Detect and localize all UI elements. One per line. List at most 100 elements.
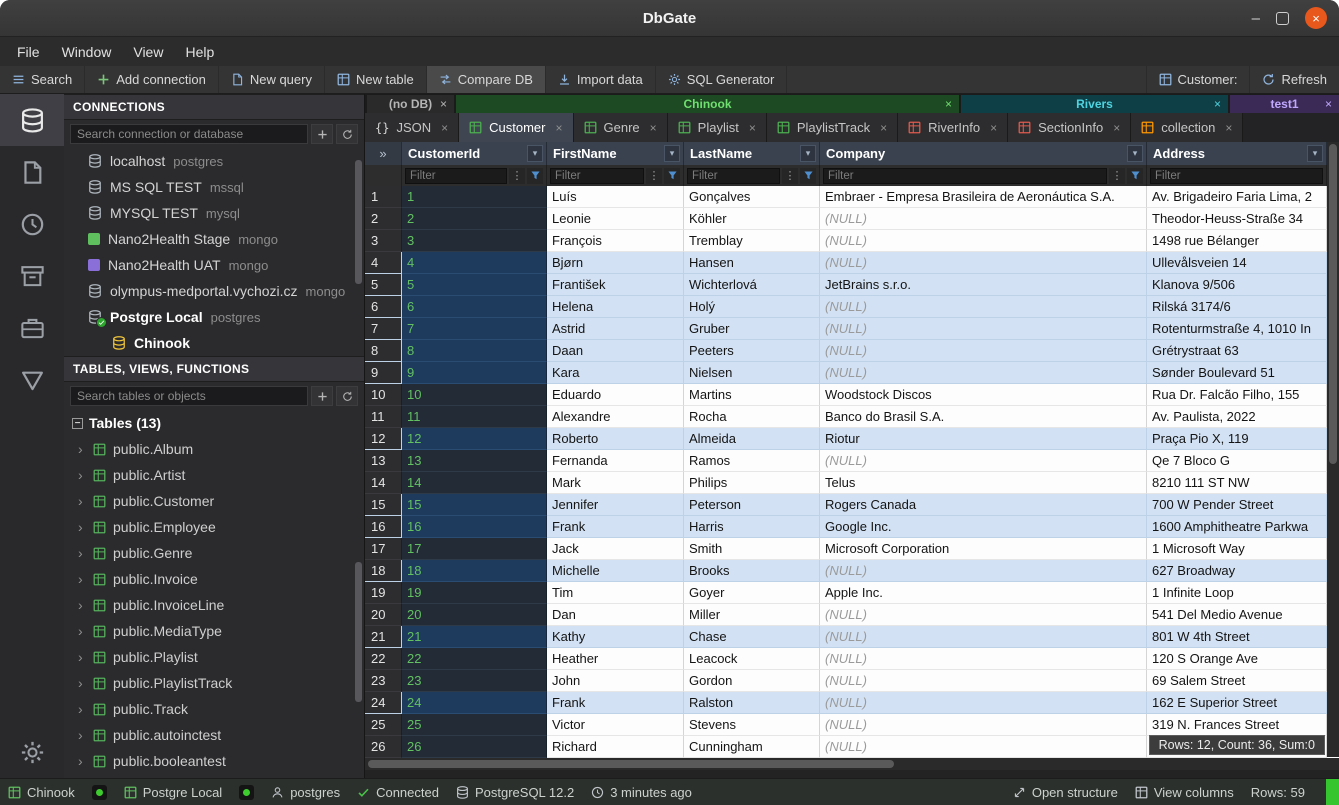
cell[interactable]: 17 xyxy=(402,538,547,560)
table-item-public-playlist[interactable]: ›public.Playlist xyxy=(64,644,364,670)
filter-funnel-icon[interactable] xyxy=(664,168,680,184)
cell[interactable]: 15 xyxy=(402,494,547,516)
table-row[interactable]: 99KaraNielsen(NULL)Sønder Boulevard 51 xyxy=(365,362,1327,384)
close-tab-icon[interactable]: × xyxy=(1325,97,1332,111)
toolbar-add-connection[interactable]: Add connection xyxy=(85,66,219,93)
table-item-public-booleantest[interactable]: ›public.booleantest xyxy=(64,748,364,774)
cell[interactable]: Harris xyxy=(684,516,820,538)
status-view-columns[interactable]: View columns xyxy=(1135,785,1234,800)
table-item-public-genre[interactable]: ›public.Genre xyxy=(64,540,364,566)
cell[interactable]: Telus xyxy=(820,472,1147,494)
sidebar-jobs-button[interactable] xyxy=(0,302,64,354)
cell[interactable]: Hansen xyxy=(684,252,820,274)
cell[interactable]: Woodstock Discos xyxy=(820,384,1147,406)
horizontal-scrollbar[interactable] xyxy=(365,758,1339,770)
sidebar-history-button[interactable] xyxy=(0,198,64,250)
tab-riverinfo[interactable]: RiverInfo× xyxy=(898,113,1008,142)
table-row[interactable]: 66HelenaHolý(NULL)Rilská 3174/6 xyxy=(365,296,1327,318)
cell[interactable]: 1498 rue Bélanger xyxy=(1147,230,1327,252)
sidebar-connections-button[interactable] xyxy=(0,94,64,146)
cell[interactable]: Stevens xyxy=(684,714,820,736)
table-row[interactable]: 33FrançoisTremblay(NULL)1498 rue Bélange… xyxy=(365,230,1327,252)
close-tab-icon[interactable]: × xyxy=(1214,97,1221,111)
cell[interactable]: Sønder Boulevard 51 xyxy=(1147,362,1327,384)
table-item-public-autoinctest[interactable]: ›public.autoinctest xyxy=(64,722,364,748)
table-row[interactable]: 2323JohnGordon(NULL)69 Salem Street xyxy=(365,670,1327,692)
cell[interactable]: Banco do Brasil S.A. xyxy=(820,406,1147,428)
cell[interactable]: Roberto xyxy=(547,428,684,450)
db-group-tab-rivers[interactable]: Rivers× xyxy=(961,95,1228,113)
cell[interactable]: 18 xyxy=(402,560,547,582)
table-item-public-invoiceline[interactable]: ›public.InvoiceLine xyxy=(64,592,364,618)
cell[interactable]: 21 xyxy=(402,626,547,648)
cell[interactable]: (NULL) xyxy=(820,340,1147,362)
cell[interactable]: Alexandre xyxy=(547,406,684,428)
menu-item-help[interactable]: Help xyxy=(174,40,225,64)
sidebar-archive-button[interactable] xyxy=(0,250,64,302)
cell[interactable]: Theodor-Heuss-Straße 34 xyxy=(1147,208,1327,230)
cell[interactable]: (NULL) xyxy=(820,252,1147,274)
cell[interactable]: 7 xyxy=(402,318,547,340)
column-dropdown-icon[interactable]: ▾ xyxy=(800,145,816,162)
table-row[interactable]: 1515JenniferPetersonRogers Canada700 W P… xyxy=(365,494,1327,516)
vertical-scrollbar-thumb[interactable] xyxy=(1329,144,1337,464)
close-tab-icon[interactable]: × xyxy=(556,121,563,135)
cell[interactable]: Peeters xyxy=(684,340,820,362)
column-header-customerid[interactable]: CustomerId▾ xyxy=(402,142,547,165)
cell[interactable]: Goyer xyxy=(684,582,820,604)
cell[interactable]: 8210 111 ST NW xyxy=(1147,472,1327,494)
tab-collection[interactable]: collection× xyxy=(1131,113,1243,142)
cell[interactable]: Astrid xyxy=(547,318,684,340)
cell[interactable]: (NULL) xyxy=(820,692,1147,714)
cell[interactable]: Victor xyxy=(547,714,684,736)
cell[interactable]: (NULL) xyxy=(820,296,1147,318)
tab-customer[interactable]: Customer× xyxy=(459,113,573,142)
table-item-public-mediatype[interactable]: ›public.MediaType xyxy=(64,618,364,644)
cell[interactable]: (NULL) xyxy=(820,736,1147,758)
cell[interactable]: Frank xyxy=(547,516,684,538)
table-row[interactable]: 1111AlexandreRochaBanco do Brasil S.A.Av… xyxy=(365,406,1327,428)
table-row[interactable]: 1313FernandaRamos(NULL)Qe 7 Bloco G xyxy=(365,450,1327,472)
refresh-tables-button[interactable] xyxy=(336,386,358,406)
cell[interactable]: Rilská 3174/6 xyxy=(1147,296,1327,318)
sidebar-files-button[interactable] xyxy=(0,146,64,198)
cell[interactable]: Eduardo xyxy=(547,384,684,406)
status-open-structure[interactable]: Open structure xyxy=(1013,785,1118,800)
cell[interactable]: 3 xyxy=(402,230,547,252)
cell[interactable]: Microsoft Corporation xyxy=(820,538,1147,560)
cell[interactable]: Frank xyxy=(547,692,684,714)
table-row[interactable]: 88DaanPeeters(NULL)Grétrystraat 63 xyxy=(365,340,1327,362)
toolbar-refresh[interactable]: Refresh xyxy=(1249,66,1339,93)
sidebar-filters-button[interactable] xyxy=(0,354,64,406)
cell[interactable]: Grétrystraat 63 xyxy=(1147,340,1327,362)
cell[interactable]: (NULL) xyxy=(820,208,1147,230)
table-item-public-artist[interactable]: ›public.Artist xyxy=(64,462,364,488)
cell[interactable]: Fernanda xyxy=(547,450,684,472)
tab-json[interactable]: {}JSON× xyxy=(365,113,459,142)
cell[interactable]: 10 xyxy=(402,384,547,406)
connection-olympus-medportal-vychozi-cz[interactable]: olympus-medportal.vychozi.czmongo xyxy=(64,278,364,304)
table-row[interactable]: 2525VictorStevens(NULL)319 N. Frances St… xyxy=(365,714,1327,736)
connections-search-input[interactable] xyxy=(70,124,308,144)
column-dropdown-icon[interactable]: ▾ xyxy=(527,145,543,162)
cell[interactable]: (NULL) xyxy=(820,648,1147,670)
cell[interactable]: Av. Brigadeiro Faria Lima, 2 xyxy=(1147,186,1327,208)
close-tab-icon[interactable]: × xyxy=(1225,121,1232,135)
db-group-tab-no-db[interactable]: (no DB)× xyxy=(367,95,454,113)
table-item-public-track[interactable]: ›public.Track xyxy=(64,696,364,722)
cell[interactable]: Helena xyxy=(547,296,684,318)
close-tab-icon[interactable]: × xyxy=(749,121,756,135)
collapse-icon[interactable]: − xyxy=(72,418,83,429)
table-row[interactable]: 1919TimGoyerApple Inc.1 Infinite Loop xyxy=(365,582,1327,604)
close-tab-icon[interactable]: × xyxy=(990,121,997,135)
column-header-firstname[interactable]: FirstName▾ xyxy=(547,142,684,165)
cell[interactable]: (NULL) xyxy=(820,230,1147,252)
filter-menu-icon[interactable]: ⋮ xyxy=(646,168,662,184)
cell[interactable]: Rua Dr. Falcão Filho, 155 xyxy=(1147,384,1327,406)
cell[interactable]: 6 xyxy=(402,296,547,318)
cell[interactable]: (NULL) xyxy=(820,670,1147,692)
cell[interactable]: 20 xyxy=(402,604,547,626)
status-chinook[interactable]: Chinook xyxy=(8,785,75,800)
close-tab-icon[interactable]: × xyxy=(650,121,657,135)
cell[interactable]: Cunningham xyxy=(684,736,820,758)
